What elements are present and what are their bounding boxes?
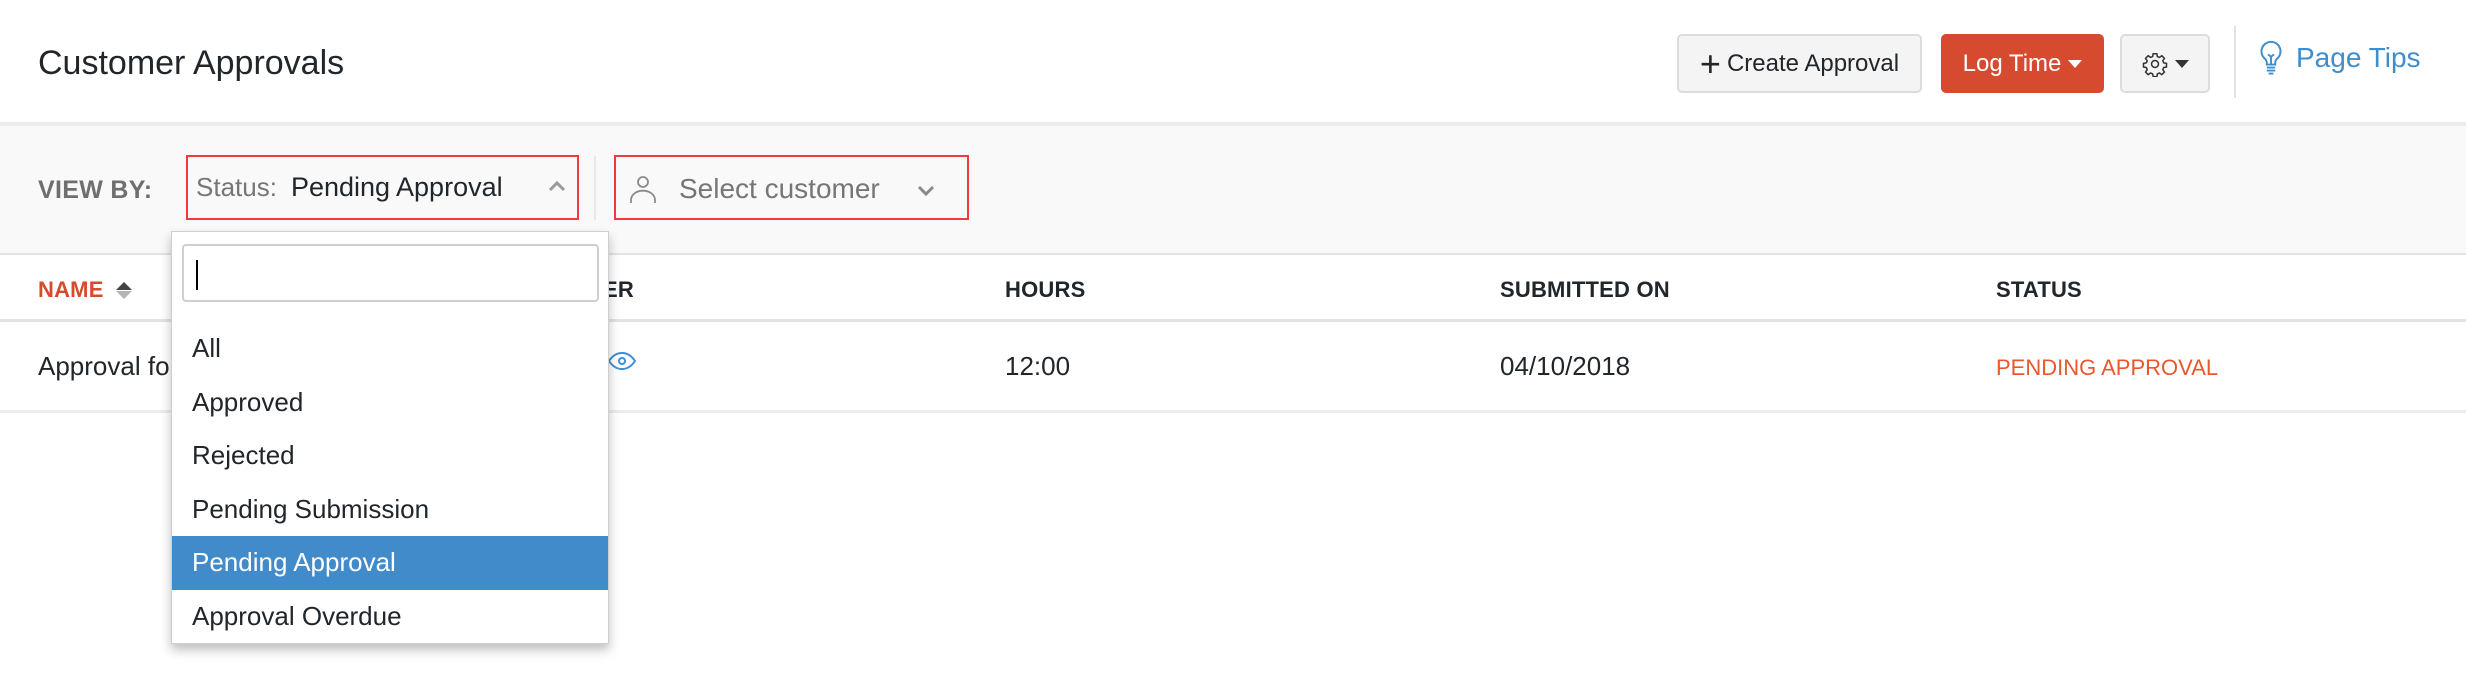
- text-cursor: [196, 260, 198, 290]
- caret-down-icon: [2068, 59, 2083, 68]
- log-time-button[interactable]: Log Time: [1941, 34, 2104, 93]
- column-header-hours[interactable]: HOURS: [1005, 277, 1085, 303]
- settings-button[interactable]: [2120, 34, 2210, 93]
- caret-down-icon: [2174, 59, 2189, 68]
- dropdown-option-rejected[interactable]: Rejected: [172, 429, 608, 483]
- column-header-name[interactable]: NAME: [38, 277, 132, 303]
- column-header-submitted-on[interactable]: SUBMITTED ON: [1500, 277, 1670, 303]
- filter-divider: [594, 156, 596, 220]
- page-tips-label: Page Tips: [2296, 42, 2421, 73]
- row-submitted-on: 04/10/2018: [1500, 351, 1631, 381]
- plus-icon: +: [1699, 42, 1721, 84]
- column-header-name-label: NAME: [38, 277, 104, 302]
- status-filter-select[interactable]: Status: Pending Approval: [186, 155, 579, 220]
- status-dropdown-menu: All Approved Rejected Pending Submission…: [171, 231, 609, 644]
- page-header: Customer Approvals + Create Approval Log…: [0, 0, 2466, 122]
- row-hours: 12:00: [1005, 351, 1071, 381]
- create-approval-label: Create Approval: [1726, 49, 1900, 77]
- row-name[interactable]: Approval fo: [38, 351, 170, 382]
- log-time-label: Log Time: [1962, 49, 2062, 77]
- dropdown-option-approval-overdue[interactable]: Approval Overdue: [172, 590, 608, 644]
- status-filter-value: Pending Approval: [290, 172, 503, 202]
- dropdown-option-all[interactable]: All: [172, 322, 608, 376]
- view-by-label: VIEW BY:: [38, 176, 153, 204]
- page-title: Customer Approvals: [38, 44, 345, 82]
- eye-icon[interactable]: [608, 349, 636, 373]
- sort-icon[interactable]: [115, 281, 132, 299]
- dropdown-option-pending-approval[interactable]: Pending Approval: [172, 536, 608, 590]
- user-icon: [630, 176, 656, 203]
- page-tips-link[interactable]: Page Tips: [2258, 40, 2421, 76]
- header-divider: [2234, 26, 2236, 98]
- dropdown-search-input[interactable]: [184, 246, 597, 300]
- create-approval-button[interactable]: + Create Approval: [1677, 34, 1922, 93]
- status-badge: PENDING APPROVAL: [1996, 355, 2219, 380]
- chevron-down-icon: [917, 185, 935, 197]
- lightbulb-icon: [2260, 40, 2282, 75]
- dropdown-search-field[interactable]: [182, 244, 599, 302]
- gear-icon: [2142, 52, 2167, 77]
- dropdown-option-approved[interactable]: Approved: [172, 376, 608, 430]
- customer-filter-select[interactable]: Select customer: [614, 155, 969, 220]
- dropdown-option-pending-submission[interactable]: Pending Submission: [172, 483, 608, 537]
- chevron-up-icon: [548, 180, 566, 192]
- status-filter-label: Status:: [196, 172, 277, 202]
- column-header-status[interactable]: STATUS: [1996, 277, 2082, 303]
- customer-filter-placeholder: Select customer: [679, 173, 880, 204]
- dropdown-options-list: All Approved Rejected Pending Submission…: [172, 322, 608, 643]
- customer-approvals-page: Customer Approvals + Create Approval Log…: [0, 0, 2466, 688]
